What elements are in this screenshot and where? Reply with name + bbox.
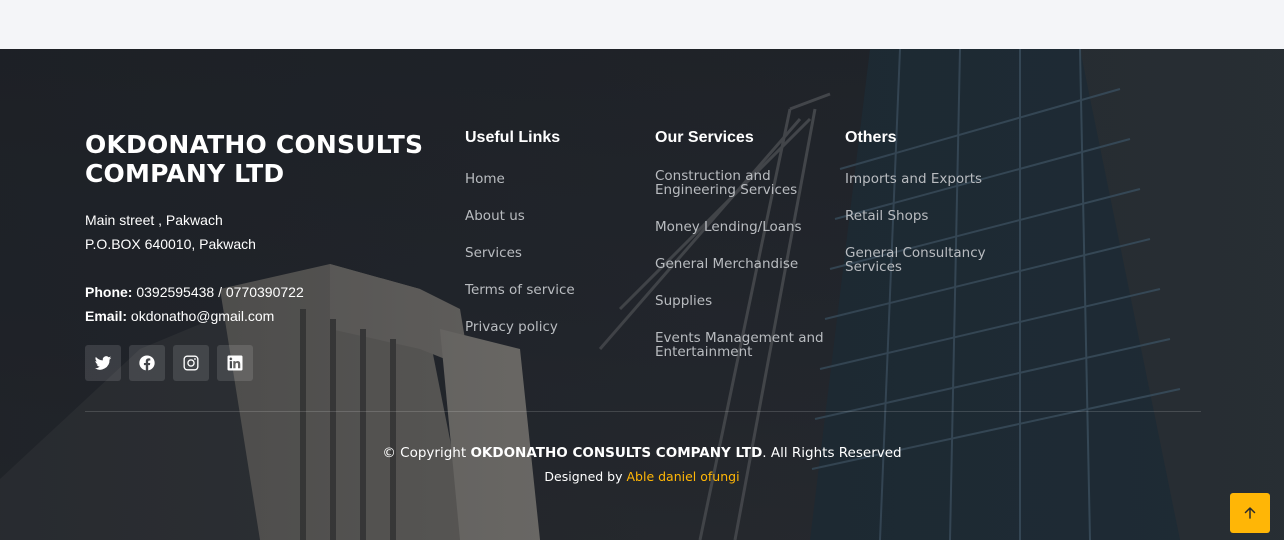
linkedin-icon — [227, 355, 243, 371]
instagram-icon — [183, 355, 199, 371]
social-links — [85, 345, 253, 381]
our-services-list: Construction and Engineering Services Mo… — [655, 169, 825, 382]
twitter-link[interactable] — [85, 345, 121, 381]
others-title: Others — [845, 129, 897, 146]
copyright-text: © Copyright OKDONATHO CONSULTS COMPANY L… — [0, 445, 1284, 461]
copyright-suffix: . All Rights Reserved — [762, 445, 902, 461]
footer-divider — [85, 411, 1201, 412]
service-link-merchandise[interactable]: General Merchandise — [655, 257, 825, 271]
useful-links-title: Useful Links — [465, 129, 561, 146]
service-link-supplies[interactable]: Supplies — [655, 294, 825, 308]
footer-content: OKDONATHO CONSULTS COMPANY LTD Main stre… — [0, 49, 1284, 540]
service-link-lending[interactable]: Money Lending/Loans — [655, 220, 825, 234]
phone-label: Phone: — [85, 284, 133, 300]
copyright-company: OKDONATHO CONSULTS COMPANY LTD — [470, 445, 763, 461]
facebook-icon — [139, 355, 155, 371]
linkedin-link[interactable] — [217, 345, 253, 381]
address-line-1: Main street , Pakwach — [85, 212, 223, 228]
footer-link-terms[interactable]: Terms of service — [465, 280, 575, 317]
company-name: OKDONATHO CONSULTS COMPANY LTD — [85, 130, 424, 188]
service-link-events[interactable]: Events Management and Entertainment — [655, 331, 825, 359]
our-services-title: Our Services — [655, 129, 754, 146]
email-contact: Email: okdonatho@gmail.com — [85, 308, 274, 324]
designed-by-label: Designed by — [544, 469, 623, 484]
back-to-top-button[interactable] — [1230, 493, 1270, 533]
designer-link[interactable]: Able daniel ofungi — [627, 469, 740, 484]
phone-value: 0392595438 / 0770390722 — [136, 284, 304, 300]
designed-by-text: Designed by Able daniel ofungi — [0, 469, 1284, 484]
useful-links-list: Home About us Services Terms of service … — [465, 169, 575, 354]
footer-link-services[interactable]: Services — [465, 243, 575, 280]
footer-link-home[interactable]: Home — [465, 169, 575, 206]
others-list: Imports and Exports Retail Shops General… — [845, 172, 1005, 297]
phone-contact: Phone: 0392595438 / 0770390722 — [85, 284, 304, 300]
others-link-imports[interactable]: Imports and Exports — [845, 172, 1005, 186]
facebook-link[interactable] — [129, 345, 165, 381]
page-top-area — [0, 0, 1286, 49]
email-value: okdonatho@gmail.com — [130, 308, 275, 324]
email-label: Email: — [85, 308, 128, 324]
twitter-icon — [94, 356, 112, 370]
address-line-2: P.O.BOX 640010, Pakwach — [85, 236, 256, 252]
others-link-consultancy[interactable]: General Consultancy Services — [845, 246, 1005, 274]
instagram-link[interactable] — [173, 345, 209, 381]
copyright-prefix: © Copyright — [382, 445, 467, 461]
arrow-up-icon — [1244, 507, 1256, 519]
service-link-construction[interactable]: Construction and Engineering Services — [655, 169, 825, 197]
site-footer: OKDONATHO CONSULTS COMPANY LTD Main stre… — [0, 49, 1284, 540]
others-link-retail[interactable]: Retail Shops — [845, 209, 1005, 223]
footer-link-privacy[interactable]: Privacy policy — [465, 317, 575, 354]
footer-link-about[interactable]: About us — [465, 206, 575, 243]
